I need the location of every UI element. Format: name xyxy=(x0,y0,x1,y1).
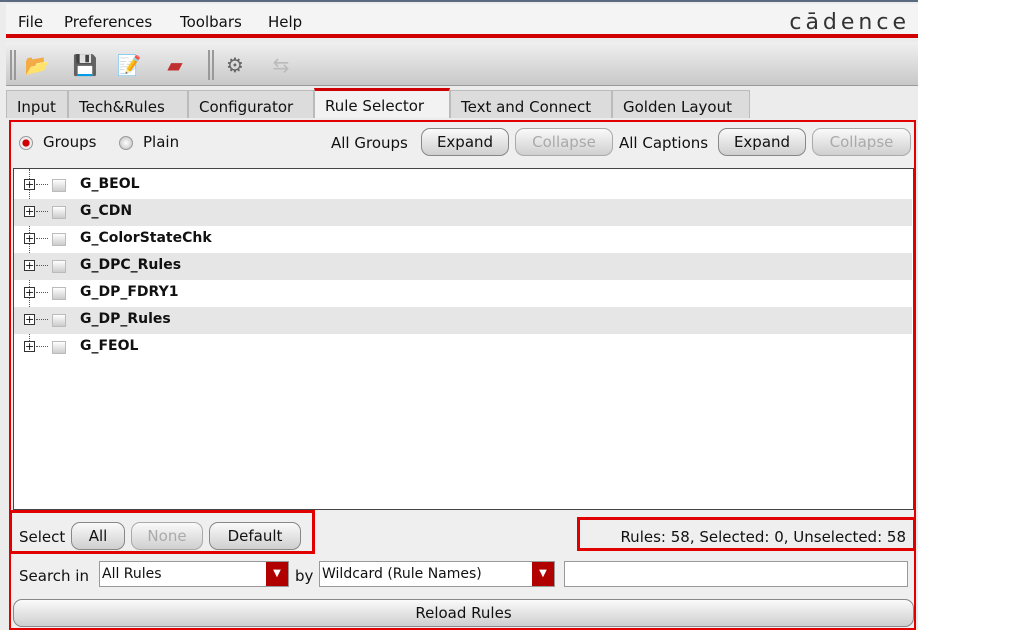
tree-row[interactable]: + G_FEOL xyxy=(14,334,912,361)
select-all-button[interactable]: All xyxy=(71,522,125,550)
toolbar: 📂 💾 📝 ▰ ⚙ ⇆ xyxy=(6,42,918,86)
cadence-logo: cādence xyxy=(789,10,910,35)
tab-text-and-connect[interactable]: Text and Connect xyxy=(450,90,612,118)
settings-gears-icon[interactable]: ⚙ xyxy=(222,52,248,78)
rules-status: Rules: 58, Selected: 0, Unselected: 58 xyxy=(620,528,906,546)
captions-expand-button[interactable]: Expand xyxy=(718,128,806,156)
group-name: G_ColorStateChk xyxy=(80,230,212,246)
group-name: G_DP_FDRY1 xyxy=(80,284,179,300)
group-name: G_CDN xyxy=(80,203,133,219)
tab-input[interactable]: Input xyxy=(6,90,68,118)
group-name: G_FEOL xyxy=(80,338,139,354)
menu-help[interactable]: Help xyxy=(268,13,302,31)
expand-plus-icon[interactable]: + xyxy=(24,287,35,298)
all-captions-label: All Captions xyxy=(619,134,709,152)
group-checkbox[interactable] xyxy=(52,341,66,354)
select-default-button[interactable]: Default xyxy=(209,522,301,550)
plain-label: Plain xyxy=(143,133,180,151)
plain-radio[interactable] xyxy=(119,136,133,150)
captions-collapse-button[interactable]: Collapse xyxy=(812,128,911,156)
group-name: G_DPC_Rules xyxy=(80,257,182,273)
tree-connector xyxy=(36,319,48,320)
select-label: Select xyxy=(19,528,66,546)
search-input[interactable] xyxy=(564,561,908,587)
expand-plus-icon[interactable]: + xyxy=(24,314,35,325)
expand-plus-icon[interactable]: + xyxy=(24,260,35,271)
tree-connector xyxy=(36,211,48,212)
tree-connector xyxy=(36,346,48,347)
expand-plus-icon[interactable]: + xyxy=(24,233,35,244)
group-checkbox[interactable] xyxy=(52,260,66,273)
import-icon[interactable]: ⇆ xyxy=(268,52,294,78)
by-label: by xyxy=(295,567,314,585)
tab-tech-rules[interactable]: Tech&Rules xyxy=(68,90,188,118)
group-checkbox[interactable] xyxy=(52,233,66,246)
tab-golden-layout[interactable]: Golden Layout xyxy=(612,90,750,118)
expand-plus-icon[interactable]: + xyxy=(24,179,35,190)
chevron-down-icon[interactable]: ▼ xyxy=(266,562,288,586)
edit-icon[interactable]: 📝 xyxy=(116,52,142,78)
group-checkbox[interactable] xyxy=(52,206,66,219)
tree-connector xyxy=(36,292,48,293)
menu-toolbars[interactable]: Toolbars xyxy=(180,13,242,31)
groups-label: Groups xyxy=(43,133,97,151)
groups-radio[interactable] xyxy=(19,136,33,150)
search-mode-value: Wildcard (Rule Names) xyxy=(322,566,482,582)
tab-rule-selector[interactable]: Rule Selector xyxy=(314,88,450,118)
tree-row[interactable]: + G_ColorStateChk xyxy=(14,226,912,253)
group-checkbox[interactable] xyxy=(52,314,66,327)
group-name: G_DP_Rules xyxy=(80,311,171,327)
menu-file[interactable]: File xyxy=(18,13,43,31)
groups-collapse-button[interactable]: Collapse xyxy=(515,128,613,156)
search-in-label: Search in xyxy=(19,567,89,585)
tab-configurator[interactable]: Configurator xyxy=(188,90,314,118)
menu-preferences[interactable]: Preferences xyxy=(64,13,152,31)
eraser-icon[interactable]: ▰ xyxy=(162,52,188,78)
tree-connector xyxy=(36,184,48,185)
menu-bar: File Preferences Toolbars Help cādence xyxy=(6,4,918,38)
tree-row[interactable]: + G_DP_FDRY1 xyxy=(14,280,912,307)
tree-row[interactable]: + G_DP_Rules xyxy=(14,307,912,334)
rule-selector-panel: Groups Plain All Groups Expand Collapse … xyxy=(9,120,916,630)
tree-row[interactable]: + G_BEOL xyxy=(14,172,912,199)
toolbar-grip[interactable] xyxy=(10,50,16,80)
expand-plus-icon[interactable]: + xyxy=(24,206,35,217)
group-checkbox[interactable] xyxy=(52,287,66,300)
chevron-down-icon[interactable]: ▼ xyxy=(532,562,554,586)
save-icon[interactable]: 💾 xyxy=(72,52,98,78)
search-scope-select[interactable]: All Rules ▼ xyxy=(99,561,289,587)
groups-expand-button[interactable]: Expand xyxy=(421,128,509,156)
rule-tree: + G_BEOL + G_CDN + G_ColorStateChk + G_DPC_Rule… xyxy=(13,168,914,510)
group-name: G_BEOL xyxy=(80,176,140,192)
expand-plus-icon[interactable]: + xyxy=(24,341,35,352)
select-none-button[interactable]: None xyxy=(131,522,203,550)
open-folder-icon[interactable]: 📂 xyxy=(24,52,50,78)
tree-row[interactable]: + G_CDN xyxy=(14,199,912,226)
reload-rules-button[interactable]: Reload Rules xyxy=(13,599,914,627)
tree-row[interactable]: + G_DPC_Rules xyxy=(14,253,912,280)
app-window: File Preferences Toolbars Help cādence 📂… xyxy=(0,0,918,630)
tree-connector xyxy=(36,238,48,239)
toolbar-grip[interactable] xyxy=(208,50,214,80)
all-groups-label: All Groups xyxy=(331,134,408,152)
search-scope-value: All Rules xyxy=(102,566,162,582)
tree-connector xyxy=(36,265,48,266)
search-mode-select[interactable]: Wildcard (Rule Names) ▼ xyxy=(319,561,555,587)
group-checkbox[interactable] xyxy=(52,179,66,192)
